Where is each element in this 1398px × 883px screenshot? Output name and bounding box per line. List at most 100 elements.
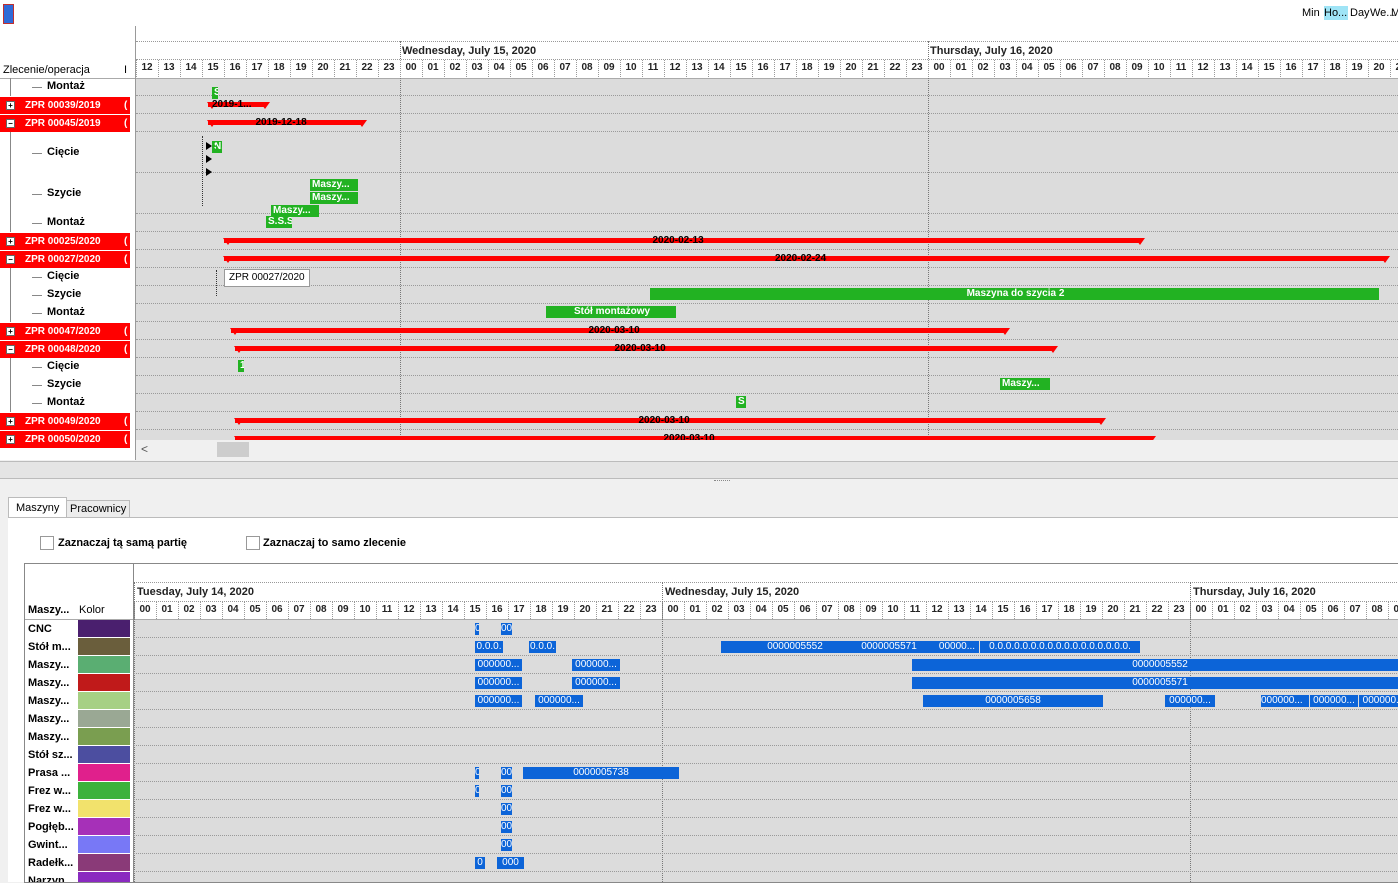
zoom-day-button[interactable]: Day <box>1350 6 1370 20</box>
tree-op-9[interactable]: Szycie <box>47 288 81 300</box>
tree-op-14[interactable]: Szycie <box>47 378 81 390</box>
machine-name[interactable]: Maszy... <box>28 677 69 689</box>
operation-bar[interactable]: Maszy... <box>310 192 358 204</box>
machine-color-swatch <box>78 764 130 781</box>
machine-task-bar[interactable]: 000000... <box>475 677 522 689</box>
expand-toggle-icon[interactable]: + <box>6 435 15 444</box>
same-batch-checkbox[interactable] <box>40 536 54 550</box>
tree-op-0[interactable]: Montaż <box>47 80 85 92</box>
machine-task-bar[interactable]: 0000005571 <box>912 677 1398 689</box>
operation-bar[interactable]: S <box>212 141 216 153</box>
machine-task-bar[interactable]: 0 <box>475 785 479 797</box>
machine-name[interactable]: Maszy... <box>28 695 69 707</box>
machines-gantt-timeline[interactable]: Tuesday, July 14, 2020 Wednesday, July 15… <box>134 564 1398 882</box>
machine-task-bar[interactable]: 00 <box>501 821 512 833</box>
operation-bar[interactable]: Stół montażowy <box>546 306 676 318</box>
machine-task-bar[interactable]: 00 <box>501 623 512 635</box>
machine-name[interactable]: Maszy... <box>28 659 69 671</box>
machine-column-header[interactable]: Maszy... <box>28 604 69 616</box>
operation-bar[interactable]: S <box>212 87 218 99</box>
panel-splitter[interactable] <box>0 461 1398 481</box>
orders-hscrollbar[interactable]: < <box>136 440 1398 460</box>
expand-toggle-icon[interactable]: + <box>6 417 15 426</box>
machine-task-bar[interactable]: 0.0.0.0.0.0.0.0.0.0.0.0.0.0.0.0.0. <box>980 641 1140 653</box>
machine-task-bar[interactable]: 0000005571 <box>829 641 949 653</box>
tab-maszyny[interactable]: Maszyny <box>8 497 67 518</box>
machine-task-bar[interactable]: 00 <box>501 785 512 797</box>
expand-toggle-icon[interactable]: − <box>6 255 15 264</box>
machine-name[interactable]: Maszy... <box>28 713 69 725</box>
machine-name[interactable]: Stół m... <box>28 641 71 653</box>
tree-op-5[interactable]: Montaż <box>47 216 85 228</box>
machine-task-bar[interactable]: 00 <box>501 767 512 779</box>
zoom-month-button[interactable]: M <box>1391 6 1398 20</box>
tree-order-12[interactable]: − ZPR 00048/2020 ( <box>0 341 130 358</box>
machine-task-bar[interactable]: 000000... <box>475 695 522 707</box>
operation-bar[interactable]: 1 <box>238 360 244 372</box>
scroll-left-arrow-icon[interactable]: < <box>141 442 148 456</box>
tree-op-13[interactable]: Cięcie <box>47 360 79 372</box>
machine-task-bar[interactable]: 0 <box>475 767 479 779</box>
expand-toggle-icon[interactable]: + <box>6 101 15 110</box>
machine-task-bar[interactable]: 000 <box>497 857 524 869</box>
tree-order-7[interactable]: − ZPR 00027/2020 ( <box>0 251 130 268</box>
tree-order-11[interactable]: + ZPR 00047/2020 ( <box>0 323 130 340</box>
machine-task-bar[interactable]: 0000005658 <box>923 695 1103 707</box>
machine-name[interactable]: Stół sz... <box>28 749 73 761</box>
machine-task-bar[interactable]: 000000... <box>572 659 620 671</box>
tree-op-8[interactable]: Cięcie <box>47 270 79 282</box>
machine-task-bar[interactable]: 000000... <box>1359 695 1398 707</box>
tab-pracownicy[interactable]: Pracownicy <box>66 500 130 518</box>
machine-task-bar[interactable]: 000000... <box>475 659 522 671</box>
machine-name[interactable]: Pogłęb... <box>28 821 74 833</box>
operation-bar[interactable]: Maszy... <box>310 179 358 191</box>
orders-gantt-timeline[interactable]: Wednesday, July 15, 2020 Thursday, July 1… <box>136 26 1398 460</box>
tree-order-16[interactable]: + ZPR 00049/2020 ( <box>0 413 130 430</box>
tree-order-17[interactable]: + ZPR 00050/2020 ( <box>0 431 130 448</box>
app-icon[interactable] <box>3 4 14 24</box>
machine-name[interactable]: Maszy... <box>28 731 69 743</box>
machine-task-bar[interactable]: 0000005552 <box>912 659 1398 671</box>
color-column-header[interactable]: Kolor <box>79 604 105 616</box>
expand-toggle-icon[interactable]: − <box>6 345 15 354</box>
expand-toggle-icon[interactable]: + <box>6 327 15 336</box>
zoom-minutes-button[interactable]: Min <box>1302 6 1320 20</box>
same-order-checkbox[interactable] <box>246 536 260 550</box>
machine-task-bar[interactable]: 0.0.0. <box>475 641 503 653</box>
tree-order-1[interactable]: + ZPR 00039/2019 ( <box>0 97 130 114</box>
machine-name[interactable]: CNC <box>28 623 52 635</box>
tree-op-10[interactable]: Montaż <box>47 306 85 318</box>
machine-task-bar[interactable]: 0000005738 <box>523 767 679 779</box>
machine-task-bar[interactable]: 00 <box>501 803 512 815</box>
tree-op-15[interactable]: Montaż <box>47 396 85 408</box>
scroll-thumb[interactable] <box>217 442 249 457</box>
machine-task-bar[interactable]: 000000... <box>1310 695 1358 707</box>
tree-order-2[interactable]: − ZPR 00045/2019 ( <box>0 115 130 132</box>
expand-toggle-icon[interactable]: + <box>6 237 15 246</box>
machine-task-bar[interactable]: 000000... <box>1165 695 1215 707</box>
tree-op-4[interactable]: Szycie <box>47 187 81 199</box>
machine-name[interactable]: Gwint... <box>28 839 68 851</box>
machine-task-bar[interactable]: 00 <box>501 839 512 851</box>
machine-task-bar[interactable]: 00000... <box>935 641 979 653</box>
hour-label: 00 <box>933 62 945 73</box>
tree-order-6[interactable]: + ZPR 00025/2020 ( <box>0 233 130 250</box>
machine-name[interactable]: Frez w... <box>28 803 71 815</box>
machine-task-bar[interactable]: 0.0.0. <box>529 641 556 653</box>
machine-name[interactable]: Radełk... <box>28 857 73 869</box>
machine-task-bar[interactable]: 0 <box>475 857 485 869</box>
machine-name[interactable]: Prasa ... <box>28 767 70 779</box>
machine-task-bar[interactable]: 000000... <box>572 677 620 689</box>
operation-bar[interactable]: Maszy... <box>1000 378 1050 390</box>
zoom-hours-button[interactable]: Ho... <box>1324 6 1348 20</box>
machine-name[interactable]: Narzyn... <box>28 875 74 882</box>
operation-bar[interactable]: Maszyna do szycia 2 <box>650 288 1379 300</box>
machine-task-bar[interactable]: 000000... <box>1261 695 1309 707</box>
expand-toggle-icon[interactable]: − <box>6 119 15 128</box>
operation-bar[interactable]: S <box>736 396 746 408</box>
machine-task-bar[interactable]: 000000... <box>535 695 583 707</box>
operation-bar[interactable]: S.S.S <box>266 216 292 228</box>
machine-name[interactable]: Frez w... <box>28 785 71 797</box>
machine-task-bar[interactable]: 0 <box>475 623 479 635</box>
tree-op-3[interactable]: Cięcie <box>47 146 79 158</box>
